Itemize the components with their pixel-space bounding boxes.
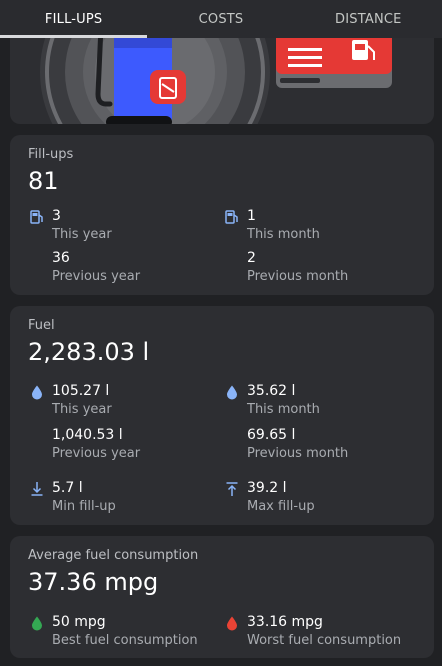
fillups-previous-year-value: 36 <box>52 250 70 266</box>
arrow-up-to-line-icon <box>226 482 238 496</box>
consumption-worst-label: Worst fuel consumption <box>247 633 402 648</box>
fuel-this-month-label: This month <box>247 402 320 417</box>
droplet-green-icon <box>32 616 42 631</box>
fuel-max-label: Max fill-up <box>247 499 315 514</box>
fuel-total: 2,283.03 l <box>28 338 150 366</box>
consumption-best-label: Best fuel consumption <box>52 633 198 648</box>
fillups-this-year-value: 3 <box>52 208 61 224</box>
fuel-previous-year-value: 1,040.53 l <box>52 427 123 443</box>
droplet-red-icon <box>227 616 237 631</box>
fillups-this-year-label: This year <box>52 227 112 242</box>
fuel-card: Fuel 2,283.03 l 105.27 l This year 35.62… <box>10 306 434 525</box>
consumption-label: Average fuel consumption <box>28 548 199 563</box>
fuel-previous-year-label: Previous year <box>52 446 141 461</box>
fuel-min-label: Min fill-up <box>52 499 116 514</box>
gas-pump-icon <box>225 210 238 224</box>
consumption-worst-value: 33.16 mpg <box>247 614 323 630</box>
tab-distance[interactable]: DISTANCE <box>295 0 442 38</box>
tab-bar: FILL-UPS COSTS DISTANCE <box>0 0 442 38</box>
fillups-total: 81 <box>28 167 59 195</box>
fuel-label: Fuel <box>28 318 55 333</box>
consumption-best-value: 50 mpg <box>52 614 106 630</box>
fuel-min-value: 5.7 l <box>52 480 83 496</box>
fillups-this-month-value: 1 <box>247 208 256 224</box>
droplet-icon <box>227 385 237 400</box>
fuel-this-year-value: 105.27 l <box>52 383 110 399</box>
fuel-this-month-value: 35.62 l <box>247 383 296 399</box>
fuel-previous-month-label: Previous month <box>247 446 349 461</box>
gas-pump-icon <box>30 210 43 224</box>
fuel-max-value: 39.2 l <box>247 480 287 496</box>
fuel-this-year-label: This year <box>52 402 112 417</box>
fillups-previous-month-label: Previous month <box>247 269 349 284</box>
fillups-previous-month-value: 2 <box>247 250 256 266</box>
fillups-label: Fill-ups <box>28 147 74 162</box>
fillups-card: Fill-ups 81 3 This year 1 This month 36 … <box>10 135 434 295</box>
fillups-this-month-label: This month <box>247 227 320 242</box>
fillups-previous-year-label: Previous year <box>52 269 141 284</box>
consumption-card: Average fuel consumption 37.36 mpg 50 mp… <box>10 536 434 658</box>
tab-fill-ups[interactable]: FILL-UPS <box>0 0 148 38</box>
arrow-down-to-line-icon <box>31 482 43 496</box>
tab-costs[interactable]: COSTS <box>147 0 294 38</box>
consumption-average: 37.36 mpg <box>28 568 159 596</box>
droplet-icon <box>32 385 42 400</box>
fuel-previous-month-value: 69.65 l <box>247 427 296 443</box>
